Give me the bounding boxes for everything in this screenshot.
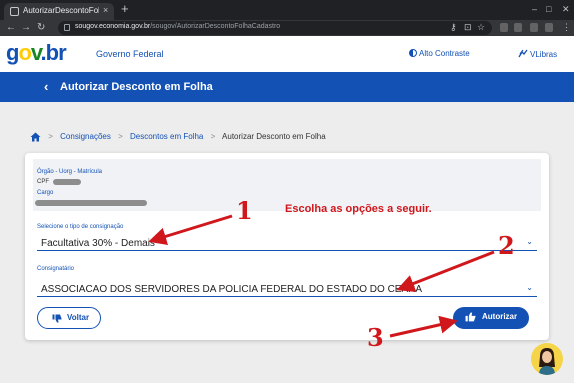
consignatario-label: Consignatário — [37, 266, 75, 272]
key-icon[interactable]: ⚷ — [450, 22, 457, 33]
govbr-logo[interactable]: gov.br — [6, 40, 67, 66]
vlibras-button[interactable]: VLibras — [518, 49, 557, 59]
tab-close-icon[interactable]: × — [103, 5, 108, 15]
breadcrumb-separator: > — [48, 132, 53, 142]
extension-icon[interactable] — [514, 23, 522, 32]
browser-toolbar: ← → ↻ sougov.economia.gov.br/sougov/Auto… — [0, 20, 574, 36]
thumbs-up-icon — [465, 312, 476, 322]
favicon-icon — [10, 7, 19, 16]
forward-icon[interactable]: → — [21, 21, 31, 35]
chevron-down-icon: ⌄ — [526, 283, 533, 292]
autorizar-button[interactable]: Autorizar — [453, 307, 529, 329]
reload-icon[interactable]: ↻ — [37, 21, 45, 35]
cargo-redacted — [35, 200, 147, 206]
breadcrumb-descontos[interactable]: Descontos em Folha — [130, 132, 203, 141]
lock-icon — [64, 24, 70, 31]
cpf-label: CPF — [37, 179, 49, 185]
cargo-label: Cargo — [37, 190, 54, 196]
voltar-button[interactable]: Voltar — [37, 307, 101, 329]
thumbs-down-icon — [52, 314, 62, 323]
chevron-down-icon: ⌄ — [526, 237, 533, 246]
browser-tab[interactable]: AutorizarDescontoFolha × — [4, 3, 114, 20]
profile-icon[interactable] — [545, 23, 553, 32]
step-2-number: 2 — [498, 231, 515, 260]
breadcrumb-current: Autorizar Desconto em Folha — [222, 132, 326, 142]
menu-kebab-icon[interactable]: ⋮ — [562, 22, 571, 33]
consignacao-value: Facultativa 30% - Demais — [41, 238, 155, 249]
person-icon — [539, 348, 555, 375]
breadcrumb-consignacoes[interactable]: Consignações — [60, 132, 111, 141]
voltar-label: Voltar — [67, 313, 90, 322]
new-tab-icon[interactable]: + — [121, 2, 129, 16]
assistant-avatar[interactable] — [531, 343, 563, 375]
bookmark-icon[interactable]: ☆ — [477, 22, 485, 33]
orgao-label: Órgão - Uorg - Matrícula — [37, 169, 103, 175]
breadcrumb-separator: > — [210, 132, 216, 142]
breadcrumb: > Consignações > Descontos em Folha > Au… — [30, 132, 326, 144]
step-1-number: 1 — [236, 196, 253, 225]
consignatario-select[interactable]: ASSOCIACAO DOS SERVIDORES DA POLICIA FED… — [37, 281, 537, 297]
consignatario-value: ASSOCIACAO DOS SERVIDORES DA POLICIA FED… — [41, 284, 423, 295]
back-icon[interactable]: ← — [6, 21, 16, 35]
minimize-icon[interactable]: – — [532, 4, 537, 14]
site-header: gov.br Governo Federal Alto Contraste VL… — [0, 36, 574, 72]
form-card: Órgão - Uorg - Matrícula CPF Cargo Selec… — [25, 153, 549, 340]
extension-icon[interactable] — [530, 23, 538, 32]
back-chevron-icon[interactable]: ‹ — [44, 79, 48, 94]
contrast-icon — [409, 49, 417, 57]
page-title: Autorizar Desconto em Folha — [60, 81, 213, 93]
url-text: sougov.economia.gov.br/sougov/AutorizarD… — [75, 23, 281, 30]
cpf-redacted — [53, 179, 81, 185]
hands-icon — [518, 49, 528, 58]
step-3-number: 3 — [367, 323, 384, 352]
instruction-annotation: Escolha as opções a seguir. — [285, 203, 432, 215]
high-contrast-toggle[interactable]: Alto Contraste — [409, 49, 470, 58]
autorizar-label: Autorizar — [482, 312, 518, 321]
maximize-icon[interactable]: □ — [546, 4, 551, 14]
site-title: Governo Federal — [96, 49, 164, 59]
install-icon[interactable]: ⊡ — [464, 22, 472, 33]
browser-tab-bar: AutorizarDescontoFolha × + – □ ✕ — [0, 0, 574, 20]
close-window-icon[interactable]: ✕ — [562, 4, 570, 15]
address-bar[interactable]: sougov.economia.gov.br/sougov/AutorizarD… — [58, 21, 492, 35]
consignacao-label: Selecione o tipo de consignação — [37, 224, 124, 230]
extension-icon[interactable] — [500, 23, 508, 32]
consignacao-select[interactable]: Facultativa 30% - Demais ⌄ — [37, 235, 537, 251]
tab-title: AutorizarDescontoFolha — [23, 6, 99, 15]
breadcrumb-separator: > — [118, 132, 123, 142]
page-title-bar: ‹ Autorizar Desconto em Folha — [0, 72, 574, 102]
home-icon[interactable] — [30, 132, 41, 142]
